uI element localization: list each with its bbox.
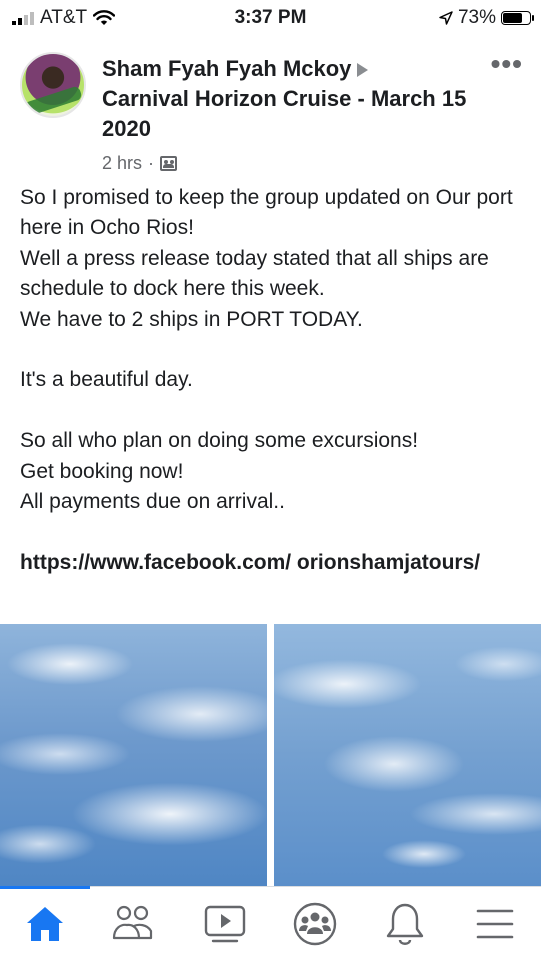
group-audience-icon: [160, 155, 178, 171]
nav-home[interactable]: [20, 901, 70, 947]
battery-icon: [501, 11, 534, 25]
more-options-icon[interactable]: •••: [491, 50, 523, 78]
status-right: 73%: [439, 7, 534, 29]
nav-friends[interactable]: [108, 901, 158, 947]
active-tab-indicator: [0, 886, 90, 889]
nav-menu[interactable]: [470, 901, 520, 947]
post-link[interactable]: https://www.facebook.com/ orionshamjatou…: [20, 548, 525, 578]
post-paragraph: All payments due on arrival..: [20, 490, 285, 514]
post-title-block: Sham Fyah Fyah Mckoy Carnival Horizon Cr…: [102, 54, 482, 178]
post-photo-sky-right[interactable]: [274, 624, 541, 886]
menu-icon: [476, 909, 514, 939]
post-photo-sky-left[interactable]: [0, 624, 267, 886]
battery-percent: 73%: [457, 7, 496, 28]
author-name[interactable]: Sham Fyah Fyah Mckoy: [102, 56, 351, 81]
home-icon: [27, 907, 63, 941]
bottom-nav: [0, 886, 541, 960]
post-time[interactable]: 2 hrs: [102, 148, 142, 178]
post-paragraph: We have to 2 ships in PORT TODAY.: [20, 307, 363, 331]
nav-watch[interactable]: [200, 901, 250, 947]
meta-separator: ·: [148, 153, 155, 173]
post-body: So I promised to keep the group updated …: [20, 183, 525, 578]
post-paragraph: So all who plan on doing some excursions…: [20, 429, 419, 453]
group-name[interactable]: Carnival Horizon Cruise - March 15 2020: [102, 86, 466, 141]
groups-icon: [293, 902, 337, 946]
avatar[interactable]: [20, 52, 86, 118]
nav-notifications[interactable]: [380, 901, 430, 947]
nav-groups[interactable]: [290, 901, 340, 947]
friends-icon: [112, 905, 153, 940]
post-paragraph: Get booking now!: [20, 459, 184, 483]
watch-icon: [204, 905, 246, 943]
post-meta: 2 hrs ·: [102, 148, 482, 178]
post-paragraph: Well a press release today stated that a…: [20, 246, 489, 301]
post-paragraph: So I promised to keep the group updated …: [20, 186, 513, 240]
location-arrow-icon: [439, 11, 453, 25]
status-bar: AT&T 3:37 PM 73%: [0, 0, 541, 36]
play-arrow-icon: [357, 63, 369, 78]
post-paragraph: It's a beautiful day.: [20, 368, 193, 392]
notifications-icon: [386, 903, 424, 945]
